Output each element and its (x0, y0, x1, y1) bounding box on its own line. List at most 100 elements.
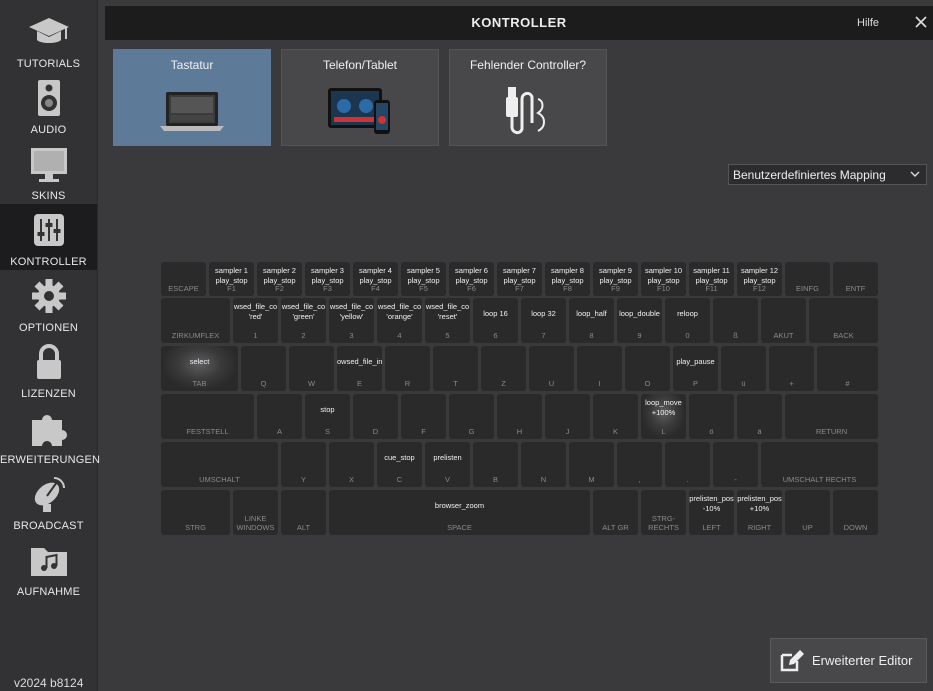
tab-telefon-tablet[interactable]: Telefon/Tablet (281, 49, 439, 146)
keyboard-key[interactable]: Q (241, 346, 286, 391)
sidebar-item-erweiterungen[interactable]: ERWEITERUNGEN (0, 402, 100, 468)
tablet-phone-icon (282, 82, 438, 140)
keyboard-key[interactable]: ü (721, 346, 766, 391)
key-label: G (468, 427, 475, 436)
keyboard-key[interactable]: # (817, 346, 878, 391)
keyboard-key[interactable]: wsed_file_co 'yellow' 3 (329, 298, 374, 343)
sidebar-item-optionen[interactable]: OPTIONEN (0, 270, 97, 336)
keyboard-key[interactable]: M (569, 442, 614, 487)
help-link[interactable]: Hilfe (857, 17, 879, 29)
sidebar-item-tutorials[interactable]: TUTORIALS (0, 6, 97, 72)
keyboard-key[interactable]: G (449, 394, 494, 439)
sidebar-item-label: KONTROLLER (10, 256, 87, 268)
keyboard-key[interactable]: BACK (809, 298, 878, 343)
keyboard-key[interactable]: ä (737, 394, 782, 439)
keyboard-key[interactable]: sampler 10 play_stop F10 (641, 262, 686, 296)
keyboard-key[interactable]: STRG (161, 490, 230, 535)
keyboard-key[interactable]: ß (713, 298, 758, 343)
keyboard-key[interactable]: sampler 6 play_stop F6 (449, 262, 494, 296)
keyboard-key[interactable]: H (497, 394, 542, 439)
keyboard-key[interactable]: A (257, 394, 302, 439)
keyboard-key[interactable]: browser_zoom SPACE (329, 490, 590, 535)
keyboard-key[interactable]: sampler 12 play_stop F12 (737, 262, 782, 296)
close-button[interactable] (913, 14, 929, 30)
keyboard-key[interactable]: LINKE WINDOWS (233, 490, 278, 535)
tab-fehlender-controller[interactable]: Fehlender Controller? (449, 49, 607, 146)
keyboard-key[interactable]: RETURN (785, 394, 878, 439)
keyboard-key[interactable]: UMSCHALT RECHTS (761, 442, 878, 487)
keyboard-key[interactable]: Z (481, 346, 526, 391)
keyboard-key[interactable]: ESCAPE (161, 262, 206, 296)
keyboard-key[interactable]: owsed_file_in E (337, 346, 382, 391)
keyboard-key[interactable]: I (577, 346, 622, 391)
keyboard-key[interactable]: loop_move +100% L (641, 394, 686, 439)
keyboard-key[interactable]: sampler 8 play_stop F8 (545, 262, 590, 296)
keyboard-key[interactable]: STRG- RECHTS (641, 490, 686, 535)
keyboard-key[interactable]: stop S (305, 394, 350, 439)
keyboard-key[interactable]: O (625, 346, 670, 391)
keyboard-key[interactable]: UMSCHALT (161, 442, 278, 487)
advanced-editor-button[interactable]: Erweiterter Editor (770, 638, 927, 683)
keyboard-key[interactable]: loop_half 8 (569, 298, 614, 343)
mapping-select[interactable]: Benutzerdefiniertes Mapping (728, 164, 927, 185)
key-label: 0 (685, 331, 690, 340)
keyboard-key[interactable]: N (521, 442, 566, 487)
keyboard-key[interactable]: sampler 9 play_stop F9 (593, 262, 638, 296)
tab-tastatur[interactable]: Tastatur (113, 49, 271, 146)
keyboard-key[interactable]: F (401, 394, 446, 439)
keyboard-key[interactable]: + (769, 346, 814, 391)
keyboard-key[interactable]: EINFG (785, 262, 830, 296)
keyboard-key[interactable]: prelisten V (425, 442, 470, 487)
keyboard-key[interactable]: loop 32 7 (521, 298, 566, 343)
keyboard-key[interactable]: cue_stop C (377, 442, 422, 487)
keyboard-key[interactable]: W (289, 346, 334, 391)
keyboard-key[interactable]: R (385, 346, 430, 391)
keyboard-key[interactable]: sampler 4 play_stop F4 (353, 262, 398, 296)
keyboard-key[interactable]: prelisten_pos +10% RIGHT (737, 490, 782, 535)
sidebar-item-kontroller[interactable]: KONTROLLER (0, 204, 97, 270)
keyboard-key[interactable]: ZIRKUMFLEX (161, 298, 230, 343)
keyboard-key[interactable]: DOWN (833, 490, 878, 535)
keyboard-key[interactable]: reloop 0 (665, 298, 710, 343)
keyboard-key[interactable]: prelisten_pos -10% LEFT (689, 490, 734, 535)
keyboard-key[interactable]: sampler 11 play_stop F11 (689, 262, 734, 296)
keyboard-key[interactable]: select TAB (161, 346, 238, 391)
keyboard-key[interactable]: B (473, 442, 518, 487)
keyboard-key[interactable]: FESTSTELL (161, 394, 254, 439)
keyboard-key[interactable]: play_pause P (673, 346, 718, 391)
sidebar-item-skins[interactable]: SKINS (0, 138, 97, 204)
keyboard-key[interactable]: sampler 1 play_stop F1 (209, 262, 254, 296)
keyboard-key[interactable]: loop 16 6 (473, 298, 518, 343)
keyboard-key[interactable]: ö (689, 394, 734, 439)
keyboard-key[interactable]: wsed_file_co 'green' 2 (281, 298, 326, 343)
keyboard-key[interactable]: - (713, 442, 758, 487)
keyboard-key[interactable]: U (529, 346, 574, 391)
keyboard-key[interactable]: UP (785, 490, 830, 535)
sidebar-item-audio[interactable]: AUDIO (0, 72, 97, 138)
keyboard-key[interactable]: ENTF (833, 262, 878, 296)
keyboard-key[interactable]: sampler 7 play_stop F7 (497, 262, 542, 296)
keyboard-key[interactable]: ALT (281, 490, 326, 535)
keyboard-key[interactable]: AKUT (761, 298, 806, 343)
keyboard-key[interactable]: X (329, 442, 374, 487)
key-label: . (686, 475, 689, 484)
keyboard-key[interactable]: , (617, 442, 662, 487)
keyboard-key[interactable]: . (665, 442, 710, 487)
keyboard-key[interactable]: wsed_file_co 'orange' 4 (377, 298, 422, 343)
sidebar-item-broadcast[interactable]: BROADCAST (0, 468, 97, 534)
key-label: F2 (275, 284, 284, 293)
keyboard-key[interactable]: wsed_file_co 'reset' 5 (425, 298, 470, 343)
keyboard-key[interactable]: sampler 2 play_stop F2 (257, 262, 302, 296)
keyboard-key[interactable]: D (353, 394, 398, 439)
sidebar-item-lizenzen[interactable]: LIZENZEN (0, 336, 97, 402)
keyboard-key[interactable]: loop_double 9 (617, 298, 662, 343)
keyboard-key[interactable]: T (433, 346, 478, 391)
keyboard-key[interactable]: K (593, 394, 638, 439)
keyboard-key[interactable]: Y (281, 442, 326, 487)
keyboard-key[interactable]: sampler 5 play_stop F5 (401, 262, 446, 296)
keyboard-key[interactable]: wsed_file_co 'red' 1 (233, 298, 278, 343)
keyboard-key[interactable]: ALT GR (593, 490, 638, 535)
keyboard-key[interactable]: J (545, 394, 590, 439)
keyboard-key[interactable]: sampler 3 play_stop F3 (305, 262, 350, 296)
sidebar-item-aufnahme[interactable]: AUFNAHME (0, 534, 97, 600)
